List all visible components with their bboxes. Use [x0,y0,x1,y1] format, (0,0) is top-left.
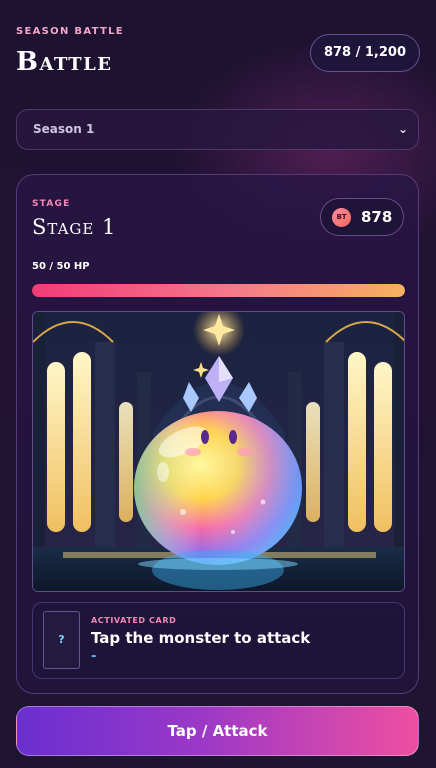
header: SEASON BATTLE Battle 878 / 1,200 [16,26,420,86]
hp-bar-fill [32,284,405,297]
monster-image[interactable] [32,311,405,592]
season-select-value: Season 1 [33,122,95,136]
attack-button[interactable]: Tap / Attack [16,706,419,756]
slime-monster-scene [33,312,404,591]
bt-token-icon: BT [332,208,351,227]
stage-card: STAGE Stage 1 BT 878 50 / 50 HP ? ACTIVA… [16,174,419,694]
activated-card-panel: ? ACTIVATED CARD Tap the monster to atta… [32,602,405,679]
season-select[interactable]: Season 1 ⌄ [16,109,419,150]
hp-label: 50 / 50 HP [32,261,90,272]
stage-title: Stage 1 [32,215,117,239]
activated-card-eyebrow: ACTIVATED CARD [91,616,177,625]
score-badge: 878 / 1,200 [309,34,420,72]
activated-card-subtitle: - [91,649,97,664]
activated-card-title: Tap the monster to attack [91,629,311,647]
bt-balance-badge: BT 878 [320,198,404,236]
activated-card-slot[interactable]: ? [43,611,80,669]
bt-balance-value: 878 [361,208,393,226]
chevron-down-icon: ⌄ [397,122,408,136]
hp-bar [32,284,405,297]
stage-eyebrow: STAGE [32,199,71,209]
